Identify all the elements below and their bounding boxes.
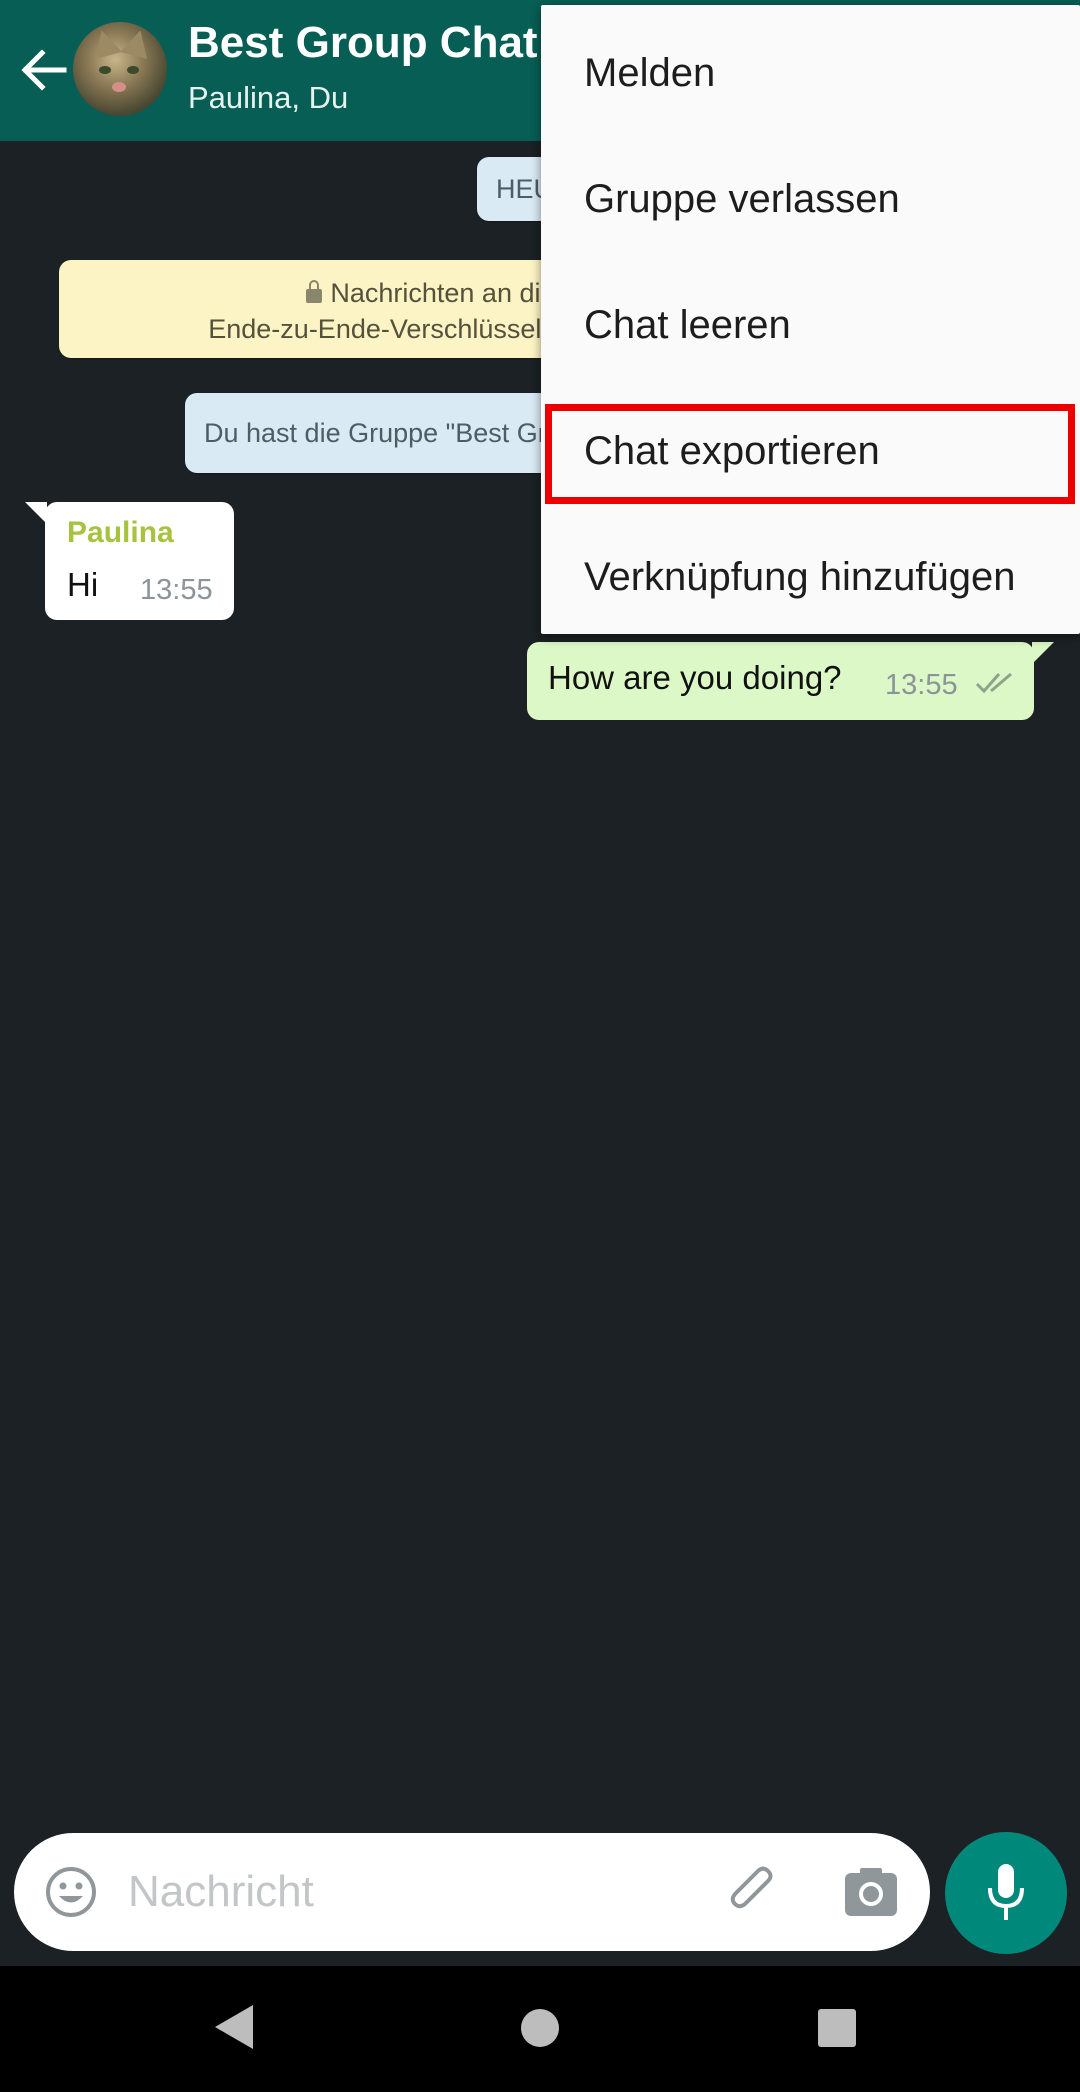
nav-home-icon[interactable] (521, 2009, 559, 2047)
menu-item-gruppe-verlassen[interactable]: Gruppe verlassen (541, 136, 1080, 262)
encryption-notice-line2: Ende-zu-Ende-Verschlüsselung g (208, 314, 609, 344)
chat-participants[interactable]: Paulina, Du (188, 80, 348, 116)
encryption-notice-line1: Nachrichten an dies (330, 278, 569, 308)
nav-back-icon[interactable] (215, 2005, 253, 2049)
paperclip-icon[interactable] (724, 1863, 784, 1923)
message-incoming[interactable]: Paulina Hi 13:55 (25, 502, 234, 620)
nav-recents-icon[interactable] (818, 2009, 856, 2047)
menu-item-melden[interactable]: Melden (541, 10, 1080, 136)
message-time: 13:55 (885, 669, 958, 701)
lock-icon (306, 280, 323, 303)
menu-item-chat-exportieren[interactable]: Chat exportieren (541, 388, 1080, 514)
message-composer[interactable]: Nachricht (14, 1833, 930, 1951)
group-avatar[interactable] (73, 22, 167, 116)
double-check-icon (975, 672, 1012, 694)
chat-title[interactable]: Best Group Chat (188, 18, 538, 68)
smiley-icon[interactable] (44, 1865, 98, 1919)
mic-button[interactable] (945, 1832, 1067, 1954)
message-text: How are you doing? (548, 659, 842, 696)
menu-item-verknuepfung-hinzufuegen[interactable]: Verknüpfung hinzufügen (541, 514, 1080, 640)
message-input[interactable]: Nachricht (128, 1867, 314, 1917)
message-outgoing[interactable]: How are you doing? 13:55 (527, 642, 1054, 720)
menu-item-chat-leeren[interactable]: Chat leeren (541, 262, 1080, 388)
camera-icon[interactable] (844, 1867, 898, 1917)
message-text: Hi (67, 566, 99, 603)
microphone-icon (988, 1864, 1024, 1920)
message-time: 13:55 (140, 574, 213, 606)
overflow-menu: Melden Gruppe verlassen Chat leeren Chat… (541, 5, 1080, 634)
back-arrow-icon[interactable] (14, 40, 74, 100)
sender-name[interactable]: Paulina (67, 516, 174, 550)
encryption-notice[interactable]: Nachrichten an dies Ende-zu-Ende-Verschl… (59, 260, 619, 358)
